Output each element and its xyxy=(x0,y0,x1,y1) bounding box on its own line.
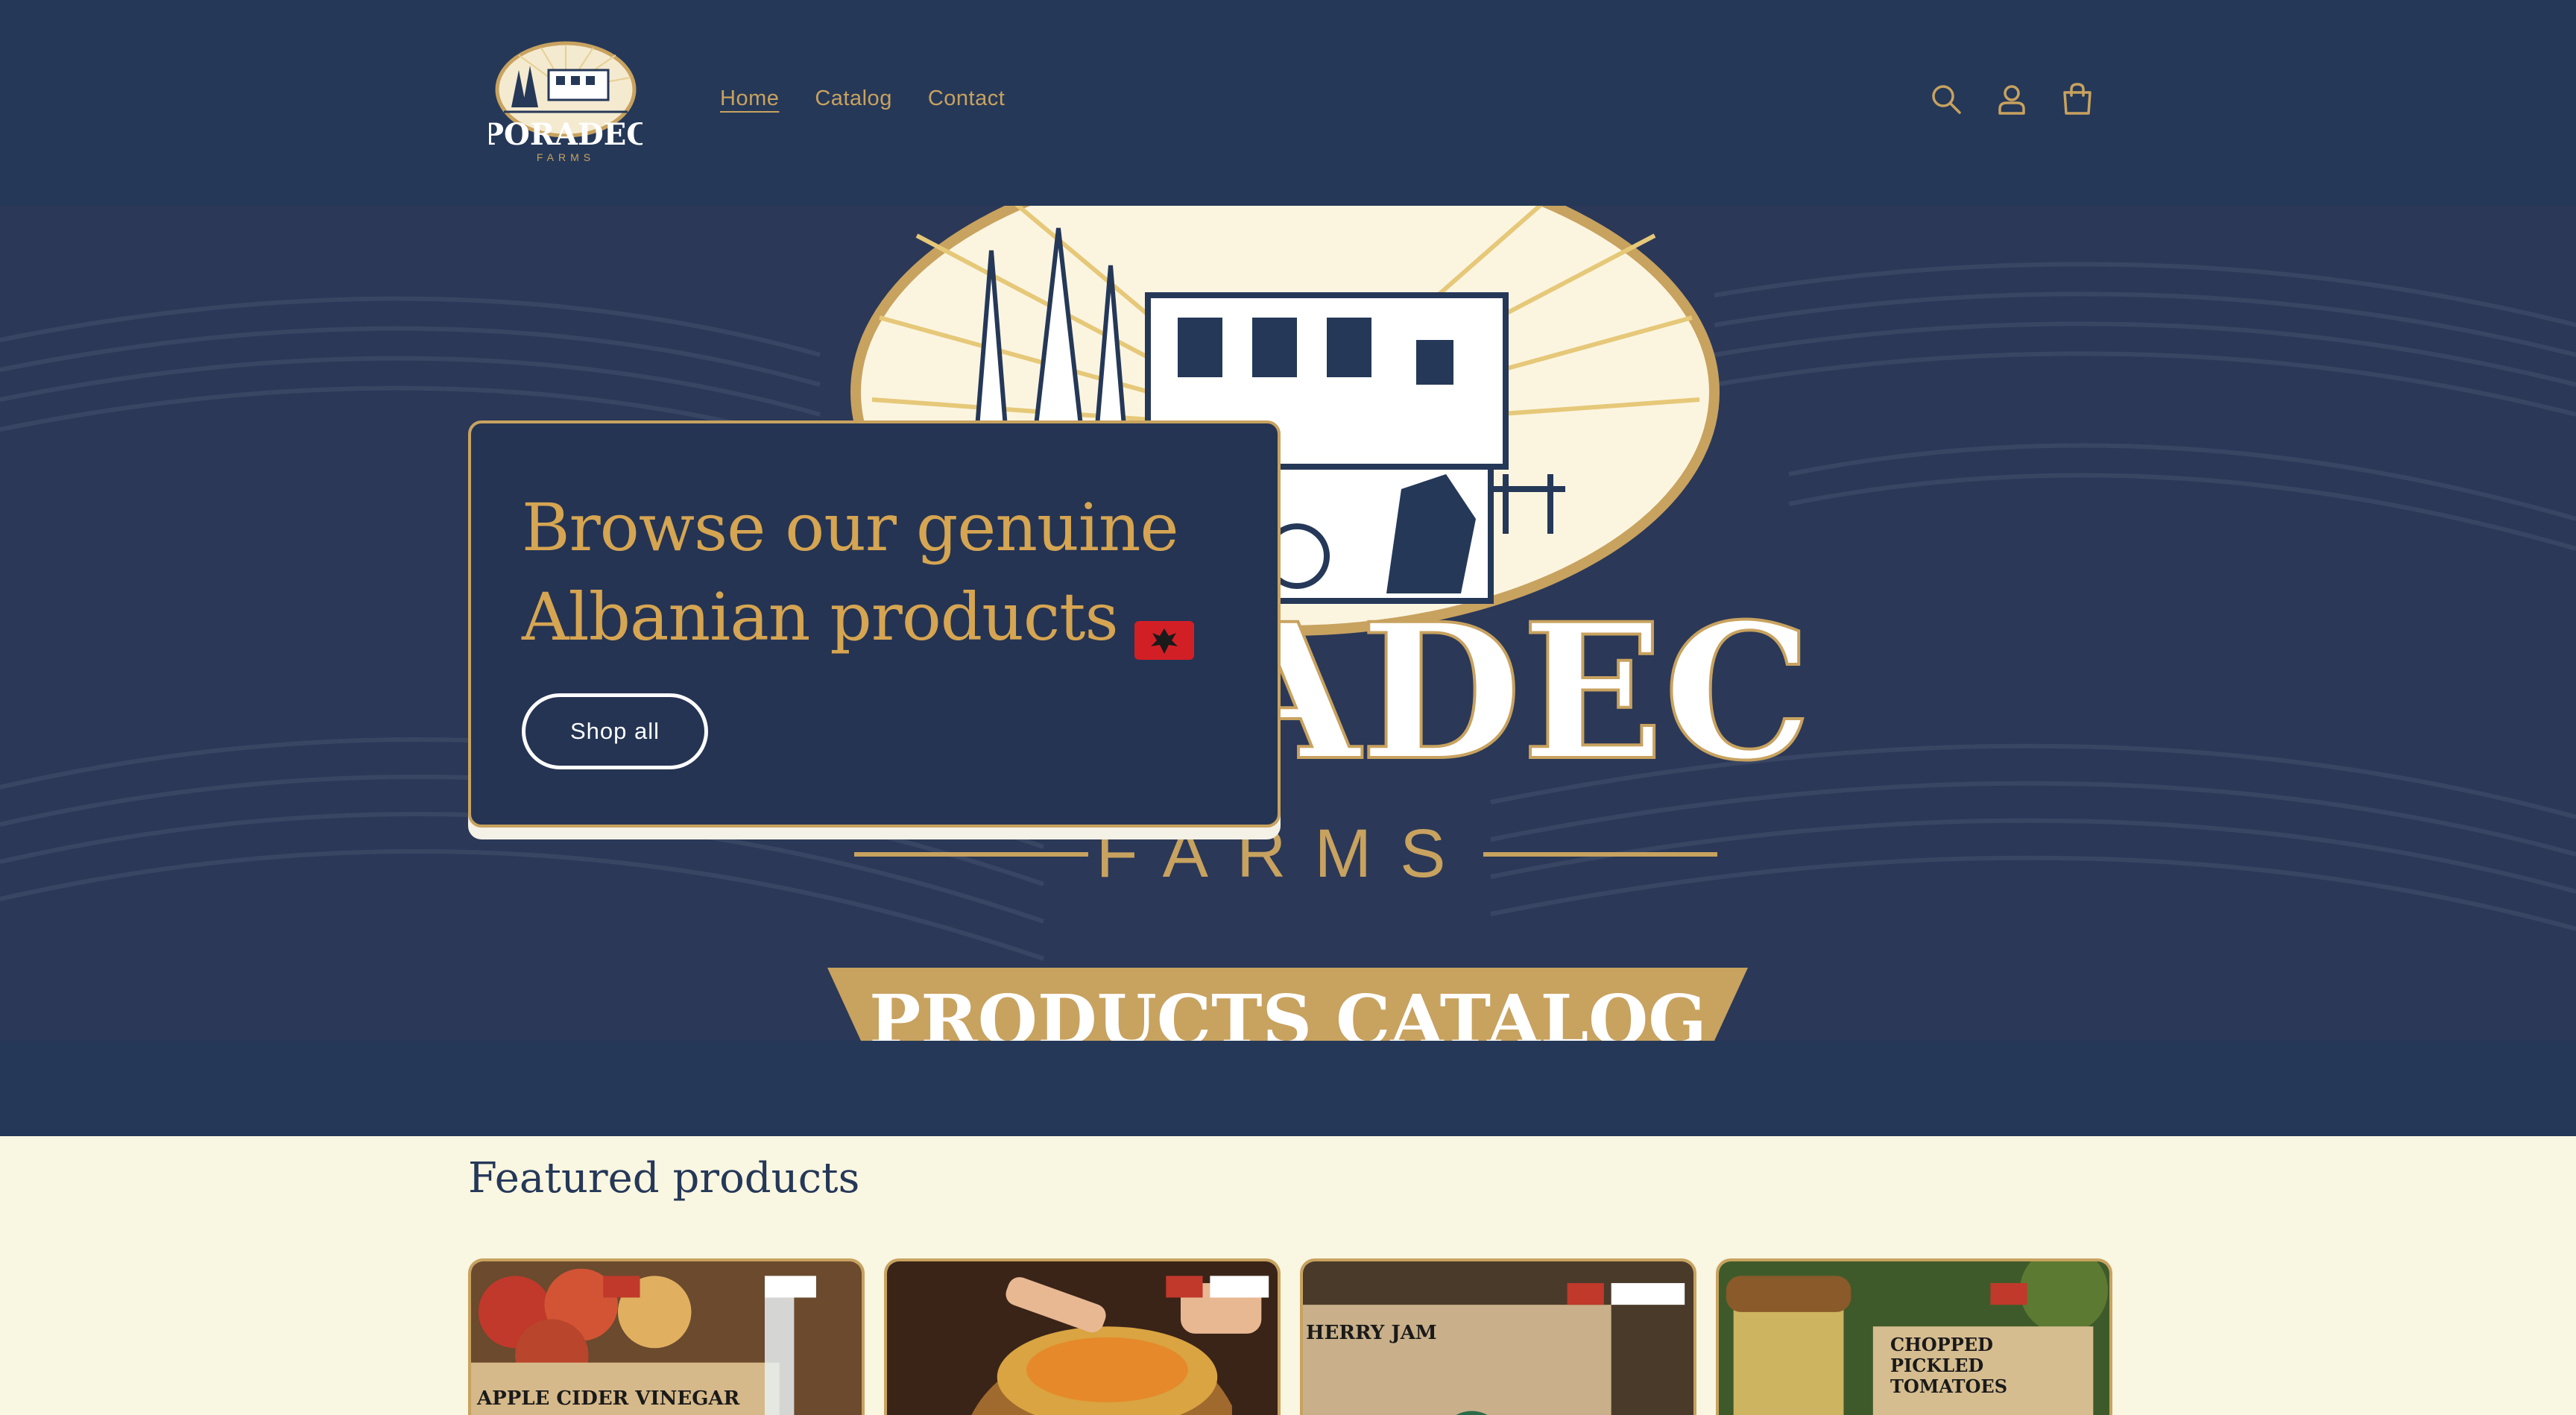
product-card[interactable] xyxy=(884,1258,1281,1415)
hero-background-image: PORADEC FARMS PRODUCTS CATALOG xyxy=(0,206,2576,1041)
logo-text: PORADEC xyxy=(489,117,643,152)
nav-contact[interactable]: Contact xyxy=(928,86,1005,111)
product-card[interactable]: APPLE CIDER VINEGAR xyxy=(468,1258,865,1415)
site-header: PORADEC FARMS Home Catalog Contact xyxy=(0,0,2576,206)
product-image xyxy=(887,1261,1278,1415)
hero-heading-line2: Albanian products xyxy=(522,579,1119,655)
main-nav: Home Catalog Contact xyxy=(720,86,1005,111)
hero-card: Browse our genuine Albanian products Sho… xyxy=(468,420,1281,828)
product-label: HERRY JAM xyxy=(1306,1322,1437,1344)
hero-banner: PORADEC FARMS PRODUCTS CATALOG xyxy=(0,206,2576,1041)
product-label: APPLE CIDER VINEGAR xyxy=(477,1387,740,1410)
hero-bottom-strip xyxy=(0,1041,2576,1136)
cart-icon[interactable] xyxy=(2060,82,2094,116)
account-icon[interactable] xyxy=(1995,82,2029,116)
product-grid: APPLE CIDER VINEGAR HERRY JAM CHOPPED PI… xyxy=(468,1258,2112,1415)
albania-flag-icon xyxy=(1133,596,1196,661)
hero-heading: Browse our genuine Albanian products xyxy=(522,483,1227,662)
search-icon[interactable] xyxy=(1929,82,1963,116)
featured-products-title: Featured products xyxy=(468,1154,860,1203)
product-card[interactable]: HERRY JAM xyxy=(1300,1258,1696,1415)
header-icons xyxy=(1929,82,2094,116)
product-label: CHOPPED PICKLED TOMATOES xyxy=(1890,1334,2008,1397)
shop-all-button[interactable]: Shop all xyxy=(522,693,708,769)
poradec-logo[interactable]: PORADEC FARMS xyxy=(482,40,650,167)
hero-heading-line1: Browse our genuine xyxy=(522,489,1179,566)
logo-subtext: FARMS xyxy=(537,151,595,163)
nav-catalog[interactable]: Catalog xyxy=(815,86,891,111)
product-card[interactable]: CHOPPED PICKLED TOMATOES xyxy=(1716,1258,2112,1415)
hero-banner-text: PRODUCTS CATALOG xyxy=(869,980,1707,1041)
nav-home[interactable]: Home xyxy=(720,86,779,111)
